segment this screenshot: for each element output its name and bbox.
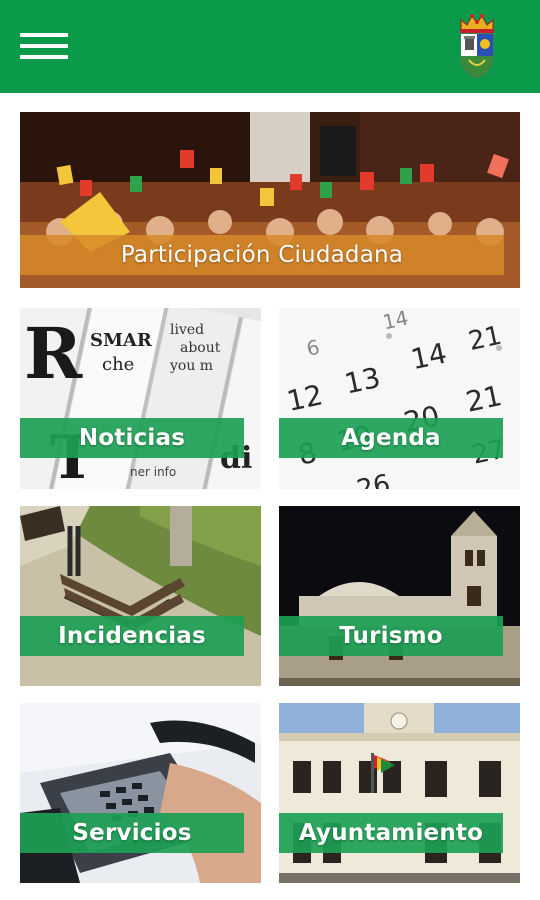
hamburger-menu-icon[interactable] xyxy=(20,33,68,61)
town-hall-image xyxy=(279,703,520,883)
newspapers-image: R SMAR che lived about you m T di ner in… xyxy=(20,308,261,489)
svg-text:lived: lived xyxy=(170,322,204,338)
tile-noticias[interactable]: R SMAR che lived about you m T di ner in… xyxy=(20,308,261,489)
park-bench-image xyxy=(20,506,261,686)
tile-ayuntamiento[interactable]: Ayuntamiento xyxy=(279,703,520,883)
svg-text:about: about xyxy=(180,340,221,356)
tile-servicios[interactable]: Servicios xyxy=(20,703,261,883)
noticias-label: Noticias xyxy=(20,418,244,458)
svg-text:ner info: ner info xyxy=(130,465,176,479)
incidencias-label: Incidencias xyxy=(20,616,244,656)
tile-agenda[interactable]: 6 14 15 12 13 14 21 8 19 20 21 26 27 Age… xyxy=(279,308,520,489)
telephone-image xyxy=(20,703,261,883)
svg-text:R: R xyxy=(24,312,83,395)
servicios-label: Servicios xyxy=(20,813,244,853)
tile-incidencias[interactable]: Incidencias xyxy=(20,506,261,686)
town-crest-icon xyxy=(460,14,494,79)
church-night-image xyxy=(279,506,520,686)
svg-text:che: che xyxy=(102,354,134,375)
agenda-label: Agenda xyxy=(279,418,503,458)
ayuntamiento-label: Ayuntamiento xyxy=(279,813,503,853)
turismo-label: Turismo xyxy=(279,616,503,656)
app-header xyxy=(0,0,540,93)
tile-turismo[interactable]: Turismo xyxy=(279,506,520,686)
tile-participacion-ciudadana[interactable]: Participación Ciudadana xyxy=(20,112,520,288)
calendar-image: 6 14 15 12 13 14 21 8 19 20 21 26 27 xyxy=(279,308,520,489)
svg-text:SMAR: SMAR xyxy=(90,330,153,351)
svg-text:you m: you m xyxy=(169,358,213,374)
participacion-label: Participación Ciudadana xyxy=(20,235,504,275)
